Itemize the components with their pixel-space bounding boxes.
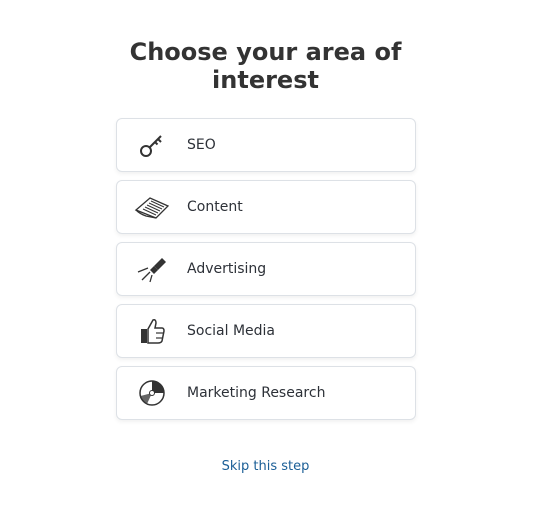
option-content[interactable]: Content <box>116 180 416 234</box>
option-seo[interactable]: SEO <box>116 118 416 172</box>
interest-options-list: SEO Content Advertising Social Media Mar… <box>116 118 416 428</box>
thumbs-up-icon <box>134 315 170 347</box>
flashlight-icon <box>134 253 170 285</box>
document-icon <box>134 191 170 223</box>
option-content-label: Content <box>187 199 243 215</box>
pie-chart-icon <box>134 377 170 409</box>
option-marketing-research-label: Marketing Research <box>187 385 326 401</box>
key-icon <box>134 129 170 161</box>
option-social-media-label: Social Media <box>187 323 276 339</box>
option-marketing-research[interactable]: Marketing Research <box>116 366 416 420</box>
option-advertising-label: Advertising <box>187 261 267 277</box>
option-seo-label: SEO <box>187 137 216 153</box>
page-title-line-1: Choose your area of <box>129 38 402 66</box>
page-title-line-2: interest <box>212 66 319 94</box>
skip-step-link[interactable]: Skip this step <box>0 459 531 474</box>
page-title: Choose your area of interest <box>0 38 531 94</box>
option-advertising[interactable]: Advertising <box>116 242 416 296</box>
option-social-media[interactable]: Social Media <box>116 304 416 358</box>
